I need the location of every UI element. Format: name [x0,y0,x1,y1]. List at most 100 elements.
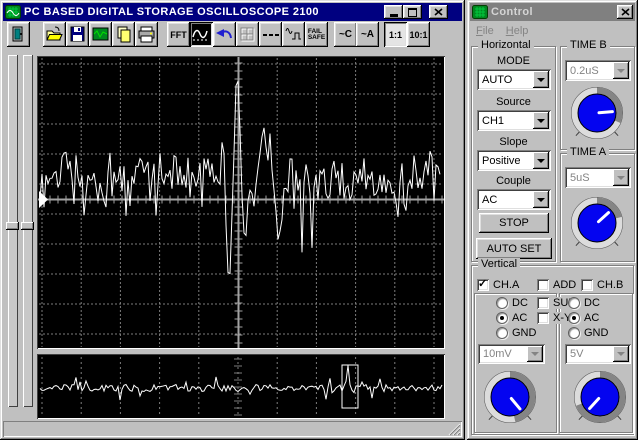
calibrate-a-label: ~A [361,29,374,40]
exit-button[interactable] [7,22,30,47]
grid-icon [238,25,257,44]
ch-a-range-select[interactable]: 10mV [478,344,545,364]
fft-label: FFT [170,30,187,40]
vertical-legend: Vertical [478,258,520,271]
dropdown-arrow-icon[interactable] [533,191,549,208]
sine-wave-icon [192,25,211,44]
time-b-legend: TIME B [567,39,610,52]
ch-a-dc-radio[interactable] [496,297,508,309]
resize-grip-icon[interactable] [448,423,461,436]
control-window: Control File Help Horizontal MODE AUTO S… [467,0,638,440]
menu-bar: File Help [470,22,635,39]
preview-trace [40,366,442,400]
window-title: PC BASED DIGITAL STORAGE OSCILLOSCOPE 21… [24,6,319,18]
open-file-button[interactable] [43,22,66,47]
source-select[interactable]: CH1 [477,110,551,131]
grid-toggle-button[interactable] [236,22,259,47]
maximize-button[interactable] [403,5,422,19]
time-b-select[interactable]: 0.2uS [565,60,631,81]
couple-select[interactable]: AC [477,189,551,210]
sub-checkbox[interactable] [537,297,549,309]
control-close-button[interactable] [617,5,633,19]
auto-set-label: AUTO SET [487,243,542,255]
scope-display [37,56,445,349]
horizontal-group: Horizontal MODE AUTO Source CH1 Slope Po… [471,46,556,262]
ch-b-gnd-label: GND [584,327,608,339]
dashed-line-icon [261,25,280,44]
ch-b-checkbox[interactable] [581,279,593,291]
scope-screen-icon [91,25,110,44]
ch-b-ac-radio[interactable] [568,312,580,324]
ch-b-gain-knob[interactable] [569,369,631,427]
ch-b-dc-radio[interactable] [568,297,580,309]
calibrate-c-button[interactable]: ~C [334,22,357,47]
ch-a-gnd-radio[interactable] [496,327,508,339]
channel-b-position-slider[interactable] [23,55,33,407]
ch-a-ac-radio[interactable] [496,312,508,324]
dropdown-arrow-icon[interactable] [533,152,549,169]
sine-square-wave-icon [284,25,303,44]
ch-a-checkbox[interactable] [477,279,489,291]
printer-icon [137,25,156,44]
probe-1-1-button[interactable]: 1:1 [384,22,407,47]
stop-button[interactable]: STOP [479,213,549,233]
add-label: ADD [553,279,576,291]
mode-select[interactable]: AUTO [477,69,551,90]
auto-set-button[interactable]: AUTO SET [476,238,552,259]
undo-button[interactable] [213,22,236,47]
mode-label: MODE [472,55,555,67]
add-checkbox[interactable] [537,279,549,291]
probe-10-1-label: 10:1 [409,30,427,40]
copy-pages-icon [114,25,133,44]
copy-button[interactable] [112,22,135,47]
channel-b-position-thumb[interactable] [21,222,34,230]
scope-grid-and-trace [38,57,444,348]
probe-1-1-label: 1:1 [389,30,402,40]
fail-safe-button[interactable]: FAIL SAFE [305,22,328,47]
waveform-trace [40,81,440,273]
dropdown-arrow-icon[interactable] [527,346,543,362]
calibrate-c-label: ~C [339,29,352,40]
ch-a-gain-knob[interactable] [479,369,541,427]
save-floppy-icon [68,25,87,44]
ch-b-ac-label: AC [584,312,599,324]
minimize-button[interactable] [384,5,403,19]
fail-safe-label: FAIL SAFE [308,29,325,41]
waveform-mode-button[interactable] [190,22,213,47]
time-a-select[interactable]: 5uS [565,167,631,188]
ch-b-gnd-radio[interactable] [568,327,580,339]
dropdown-arrow-icon[interactable] [533,112,549,129]
channel-a-position-thumb[interactable] [6,222,19,230]
time-a-knob[interactable] [566,195,628,253]
signal-shape-button[interactable] [282,22,305,47]
dotted-line-button[interactable] [259,22,282,47]
time-a-legend: TIME A [567,146,609,159]
slope-select[interactable]: Positive [477,150,551,171]
exit-door-icon [9,25,28,44]
probe-10-1-button[interactable]: 10:1 [407,22,430,47]
main-window: PC BASED DIGITAL STORAGE OSCILLOSCOPE 21… [0,0,465,440]
ch-a-dc-label: DC [512,297,528,309]
time-b-knob[interactable] [566,85,628,143]
menu-file[interactable]: File [476,25,494,37]
xy-checkbox[interactable] [537,312,549,324]
print-button[interactable] [135,22,158,47]
ch-b-range-select[interactable]: 5V [565,344,631,364]
control-titlebar[interactable]: Control [470,3,635,21]
menu-help[interactable]: Help [506,25,529,37]
save-button[interactable] [66,22,89,47]
close-button[interactable] [429,5,448,19]
dropdown-arrow-icon[interactable] [613,346,629,362]
undo-arrow-icon [215,25,234,44]
preview-grid-and-trace [38,355,444,418]
ch-a-ac-label: AC [512,312,527,324]
calibrate-a-button[interactable]: ~A [356,22,379,47]
status-bar [3,421,462,437]
capture-display-button[interactable] [89,22,112,47]
dropdown-arrow-icon[interactable] [613,169,629,186]
channel-a-position-slider[interactable] [8,55,18,407]
fft-button[interactable]: FFT [167,22,190,47]
vertical-group: Vertical CH.A ADD CH.B DC AC GND SUB X-Y… [471,265,634,435]
dropdown-arrow-icon[interactable] [533,71,549,88]
dropdown-arrow-icon[interactable] [613,62,629,79]
